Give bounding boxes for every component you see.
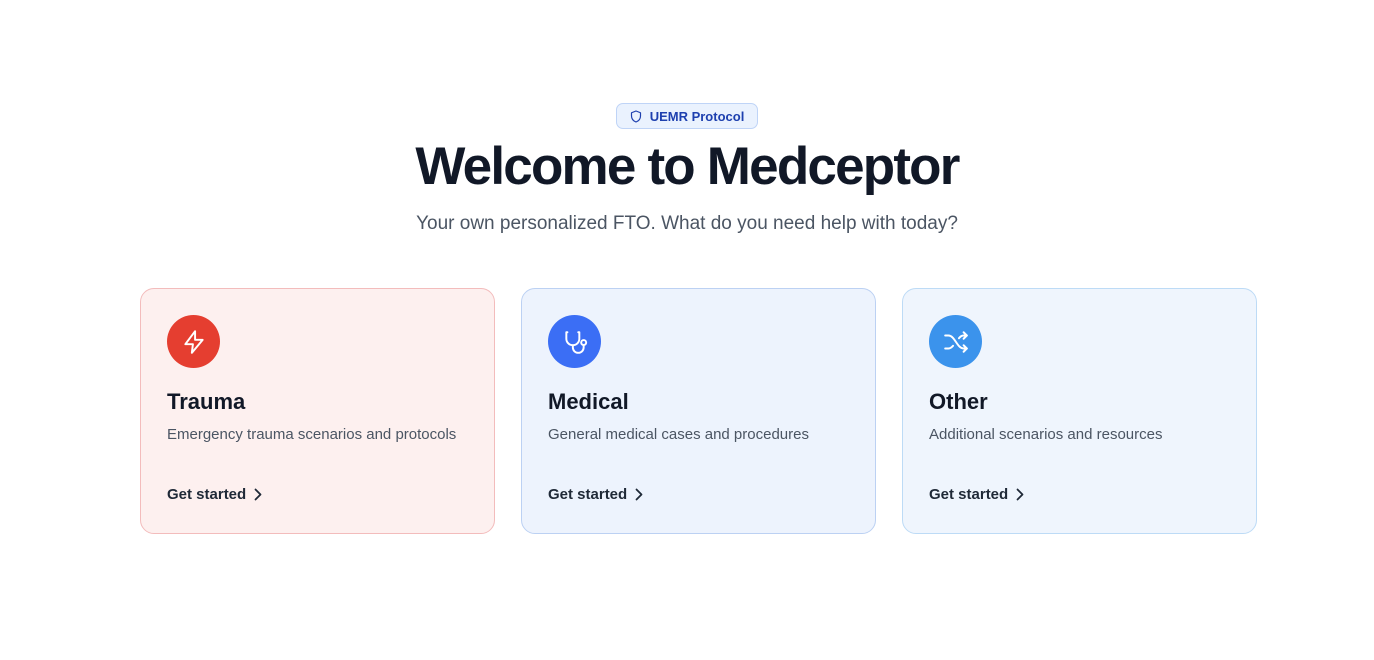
medical-card[interactable]: Medical General medical cases and proced… [521,288,876,534]
cta-label: Get started [929,486,1009,503]
get-started-link[interactable]: Get started [167,486,262,503]
card-title: Other [929,389,988,414]
category-cards: Trauma Emergency trauma scenarios and pr… [140,288,1257,534]
shield-icon [630,109,642,123]
page-subtitle: Your own personalized FTO. What do you n… [416,213,958,234]
shuffle-icon [929,315,982,368]
trauma-card[interactable]: Trauma Emergency trauma scenarios and pr… [140,288,495,534]
badge-label: UEMR Protocol [649,108,745,124]
card-description: General medical cases and procedures [548,426,809,443]
page-title: Welcome to Medceptor [415,137,960,196]
chevron-right-icon [635,488,643,501]
lightning-icon [167,315,220,368]
get-started-link[interactable]: Get started [929,486,1024,503]
stethoscope-icon [548,315,601,368]
chevron-right-icon [254,488,262,501]
cta-label: Get started [548,486,628,503]
cta-label: Get started [167,486,247,503]
chevron-right-icon [1016,488,1024,501]
other-card[interactable]: Other Additional scenarios and resources… [902,288,1257,534]
card-description: Additional scenarios and resources [929,426,1163,443]
card-title: Medical [548,389,629,414]
get-started-link[interactable]: Get started [548,486,643,503]
card-title: Trauma [167,389,246,414]
card-description: Emergency trauma scenarios and protocols [167,426,457,443]
protocol-badge: UEMR Protocol [615,103,759,129]
hero-section: UEMR Protocol Welcome to Medceptor Your … [0,103,1374,237]
